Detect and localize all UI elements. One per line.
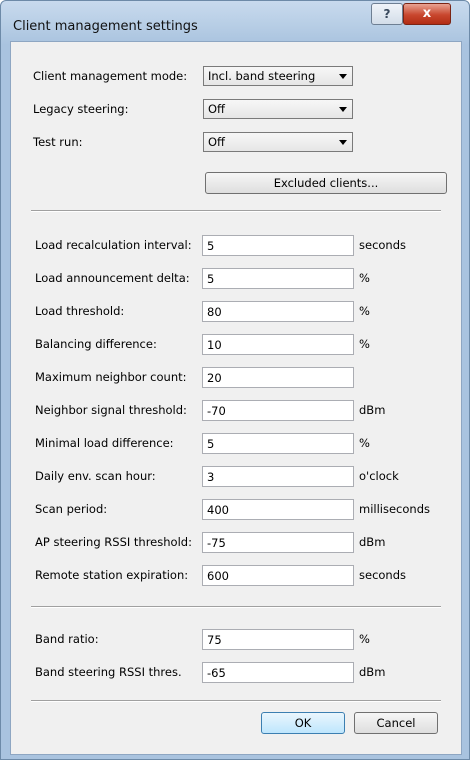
client-management-mode-select[interactable]: Incl. band steering [203, 66, 353, 86]
test-run-label: Test run: [33, 135, 83, 149]
help-button[interactable]: ? [371, 3, 403, 25]
legacy-steering-value: Off [208, 102, 225, 116]
excluded-clients-button[interactable]: Excluded clients... [205, 172, 447, 194]
legacy-steering-select[interactable]: Off [203, 99, 353, 119]
field-label: Neighbor signal threshold: [35, 403, 187, 417]
minimal-load-difference-input[interactable] [202, 433, 354, 454]
field-unit: % [359, 304, 370, 318]
field-unit: milliseconds [359, 502, 430, 516]
ap-steering-rssi-threshold-input[interactable] [202, 532, 354, 553]
test-run-select[interactable]: Off [203, 132, 353, 152]
field-unit: dBm [359, 535, 386, 549]
close-icon: x [422, 6, 432, 21]
maximum-neighbor-count-input[interactable] [202, 367, 354, 388]
window-title: Client management settings [13, 19, 198, 34]
chevron-down-icon [339, 107, 347, 112]
load-announcement-delta-input[interactable] [202, 268, 354, 289]
dialog-window: Client management settings ? x Client ma… [0, 0, 470, 760]
chevron-down-icon [339, 74, 347, 79]
separator [31, 700, 441, 702]
separator [31, 210, 441, 212]
scan-period-input[interactable] [202, 499, 354, 520]
close-button[interactable]: x [403, 3, 451, 25]
field-unit: seconds [359, 238, 407, 252]
field-label: Load recalculation interval: [35, 238, 192, 252]
daily-env-scan-hour-input[interactable] [202, 466, 354, 487]
field-unit: % [359, 271, 370, 285]
band-steering-rssi-input[interactable] [202, 662, 354, 683]
separator [31, 606, 441, 608]
chevron-down-icon [339, 140, 347, 145]
band-steering-rssi-unit: dBm [359, 665, 386, 679]
neighbor-signal-threshold-input[interactable] [202, 400, 354, 421]
band-ratio-unit: % [359, 632, 370, 646]
field-label: Load threshold: [35, 304, 125, 318]
field-unit: seconds [359, 568, 407, 582]
field-label: Balancing difference: [35, 337, 157, 351]
test-run-value: Off [208, 135, 225, 149]
remote-station-expiration-input[interactable] [202, 565, 354, 586]
client-management-mode-label: Client management mode: [33, 69, 188, 83]
load-threshold-input[interactable] [202, 301, 354, 322]
field-label: Remote station expiration: [35, 568, 189, 582]
legacy-steering-label: Legacy steering: [33, 102, 129, 116]
dialog-content: Client management mode: Incl. band steer… [10, 41, 462, 755]
title-bar[interactable]: Client management settings ? x [1, 1, 469, 41]
band-ratio-input[interactable] [202, 629, 354, 650]
cancel-button[interactable]: Cancel [354, 712, 438, 734]
field-label: AP steering RSSI threshold: [35, 535, 192, 549]
field-label: Daily env. scan hour: [35, 469, 156, 483]
band-ratio-label: Band ratio: [35, 632, 99, 646]
field-unit: o'clock [359, 469, 399, 483]
field-unit: % [359, 436, 370, 450]
client-management-mode-value: Incl. band steering [208, 69, 316, 83]
field-unit: % [359, 337, 370, 351]
ok-button[interactable]: OK [261, 712, 345, 734]
field-label: Minimal load difference: [35, 436, 174, 450]
field-label: Load announcement delta: [35, 271, 190, 285]
field-label: Scan period: [35, 502, 108, 516]
field-label: Maximum neighbor count: [35, 370, 187, 384]
help-icon: ? [383, 7, 391, 21]
band-steering-rssi-label: Band steering RSSI thres. [35, 665, 182, 679]
load-recalculation-interval-input[interactable] [202, 235, 354, 256]
field-unit: dBm [359, 403, 386, 417]
balancing-difference-input[interactable] [202, 334, 354, 355]
